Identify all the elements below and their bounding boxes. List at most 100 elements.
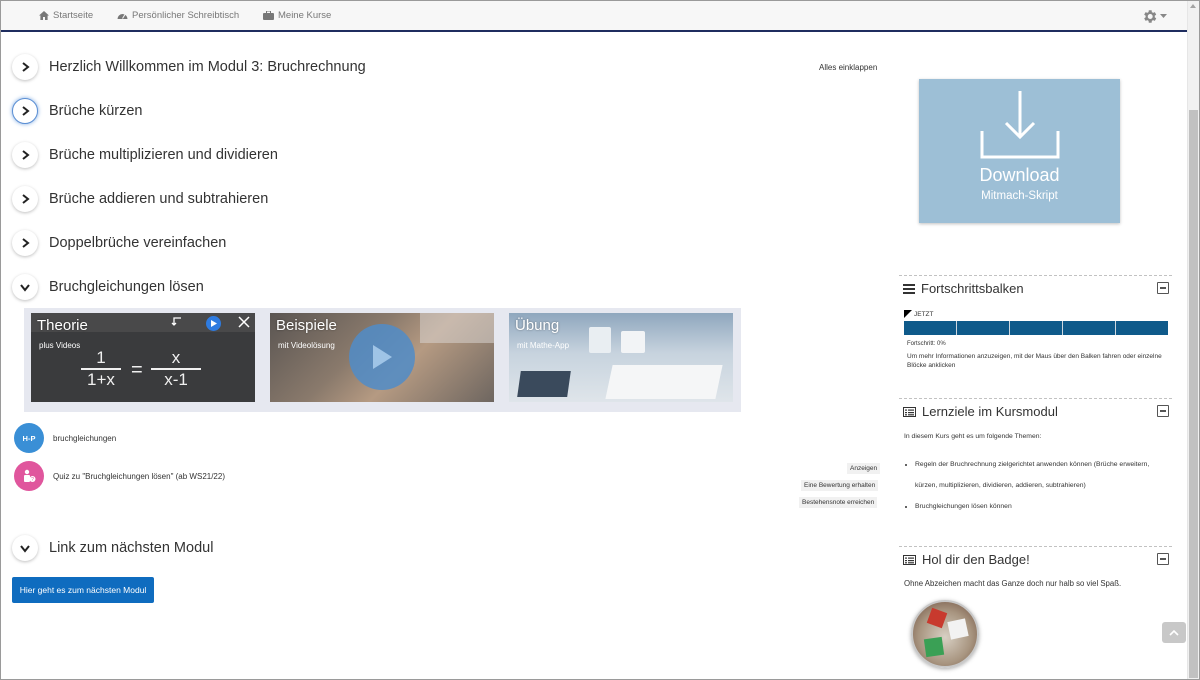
section-header-addieren[interactable]: Brüche addieren und subtrahieren [12,186,268,212]
back-arrow-icon[interactable] [171,316,185,328]
quiz-icon: ? [14,461,44,491]
progress-segment[interactable] [904,321,957,335]
phone-shape [517,371,571,397]
chevron-down-icon[interactable] [12,535,38,561]
now-marker: JETZT [904,310,934,318]
formula-numerator: 1 [96,348,106,367]
block-title: Hol dir den Badge! [922,552,1030,567]
minimize-block-icon[interactable] [1157,282,1169,294]
formula-right: x x-1 [151,349,201,389]
green-dice [923,636,945,658]
download-script-tile[interactable]: Download Mitmach-Skript [919,79,1120,223]
chevron-up-icon [1169,629,1179,636]
section-header-doppelbrueche[interactable]: Doppelbrüche vereinfachen [12,230,226,256]
tile-subtitle: mit Mathe-App [517,341,570,350]
top-navbar: Startseite Persönlicher Schreibtisch Mei… [1,1,1188,32]
goal-item: Regeln der Bruchrechnung zielgerichtet a… [915,454,1167,496]
scrollbar-thumb[interactable] [1189,110,1198,678]
exercise-tile[interactable]: Übung mit Mathe-App [509,313,733,402]
nav-home-label: Startseite [53,10,94,21]
download-sublabel: Mitmach-Skript [981,190,1058,202]
progress-segment[interactable] [1116,321,1168,335]
caret-down-icon [1160,14,1167,18]
section-header-kuerzen[interactable]: Brüche kürzen [12,98,143,124]
briefcase-icon [263,11,274,20]
section-title[interactable]: Link zum nächsten Modul [49,540,213,556]
user-menu-toggle[interactable] [1141,8,1167,25]
section-header-bruchgleichungen[interactable]: Bruchgleichungen lösen [12,274,204,300]
goals-intro: In diesem Kurs geht es um folgende Theme… [904,433,1042,440]
progress-bar[interactable] [904,321,1168,335]
block-title: Fortschrittsbalken [921,281,1024,296]
minimize-block-icon[interactable] [1157,405,1169,417]
completion-condition: Eine Bewertung erhalten [801,480,879,491]
formula-equals: = [131,359,143,381]
completion-condition: Bestehensnote erreichen [799,497,878,508]
plant-pot [589,327,611,353]
theory-tile[interactable]: Theorie plus Videos 1 1+x = x x-1 [31,313,255,402]
section-title[interactable]: Doppelbrüche vereinfachen [49,235,226,251]
minimize-block-icon[interactable] [1157,553,1169,565]
section-header-multiplizieren[interactable]: Brüche multiplizieren und dividieren [12,142,278,168]
next-module-button[interactable]: Hier geht es zum nächsten Modul [12,577,154,603]
play-badge-icon[interactable] [206,316,221,331]
plant-pot [621,331,645,353]
section-title[interactable]: Bruchgleichungen lösen [49,279,204,295]
block-header: Hol dir den Badge! [903,552,1030,567]
nav-courses-label: Meine Kurse [278,10,332,21]
scroll-up-arrow-icon[interactable] [1190,4,1196,8]
formula-denominator: 1+x [87,370,115,389]
chevron-right-icon[interactable] [12,98,38,124]
chevron-down-icon[interactable] [12,274,38,300]
chevron-right-icon[interactable] [12,142,38,168]
notebook-shape [605,365,723,399]
module-banner: Theorie plus Videos 1 1+x = x x-1 Beispi… [24,308,741,412]
section-title[interactable]: Brüche kürzen [49,103,143,119]
progress-segment[interactable] [1010,321,1063,335]
progress-segment[interactable] [957,321,1010,335]
section-title[interactable]: Brüche multiplizieren und dividieren [49,147,278,163]
examples-tile[interactable]: Beispiele mit Videolösung [270,313,494,402]
nav-courses-link[interactable]: Meine Kurse [263,10,331,21]
nav-dashboard-link[interactable]: Persönlicher Schreibtisch [117,10,239,21]
tile-subtitle: plus Videos [39,341,81,350]
badge-text: Ohne Abzeichen macht das Ganze doch nur … [904,579,1122,588]
svg-text:?: ? [31,477,34,483]
nav-dashboard-label: Persönlicher Schreibtisch [132,10,240,21]
block-title: Lernziele im Kursmodul [922,404,1058,419]
section-header-next-module[interactable]: Link zum nächsten Modul [12,535,213,561]
badge-image[interactable] [911,600,979,668]
play-video-icon[interactable] [349,324,415,390]
nav-home-link[interactable]: Startseite [39,10,93,21]
dashboard-icon [117,14,128,19]
now-flag-icon [904,310,912,318]
red-dice [926,607,948,629]
activity-quiz[interactable]: ? Quiz zu "Bruchgleichungen lösen" (ab W… [14,461,225,491]
activity-h5p[interactable]: H-P bruchgleichungen [14,423,116,453]
formula-numerator: x [171,348,181,367]
section-title[interactable]: Herzlich Willkommen im Modul 3: Bruchrec… [49,59,366,75]
list-icon [903,283,915,294]
chevron-right-icon[interactable] [12,54,38,80]
list-alt-icon [903,406,916,417]
learning-goals-block: Lernziele im Kursmodul In diesem Kurs ge… [899,398,1172,523]
tile-title: Beispiele [276,317,337,334]
activity-name[interactable]: Quiz zu "Bruchgleichungen lösen" (ab WS2… [53,472,225,481]
section-header-welcome[interactable]: Herzlich Willkommen im Modul 3: Bruchrec… [12,54,366,80]
h5p-icon: H-P [14,423,44,453]
completion-condition: Anzeigen [847,463,881,474]
progress-segment[interactable] [1063,321,1116,335]
close-icon[interactable] [238,316,250,328]
tile-title: Theorie [37,317,88,334]
chevron-right-icon[interactable] [12,186,38,212]
now-marker-label: JETZT [914,310,934,318]
white-dice [947,618,969,640]
chevron-right-icon[interactable] [12,230,38,256]
back-to-top-button[interactable] [1162,622,1186,643]
section-title[interactable]: Brüche addieren und subtrahieren [49,191,268,207]
tile-subtitle: mit Videolösung [278,341,335,350]
progress-percent: Fortschritt: 0% [907,341,946,347]
gear-icon [1144,10,1157,23]
activity-name[interactable]: bruchgleichungen [53,434,116,443]
collapse-all-link[interactable]: Alles einklappen [819,63,877,72]
